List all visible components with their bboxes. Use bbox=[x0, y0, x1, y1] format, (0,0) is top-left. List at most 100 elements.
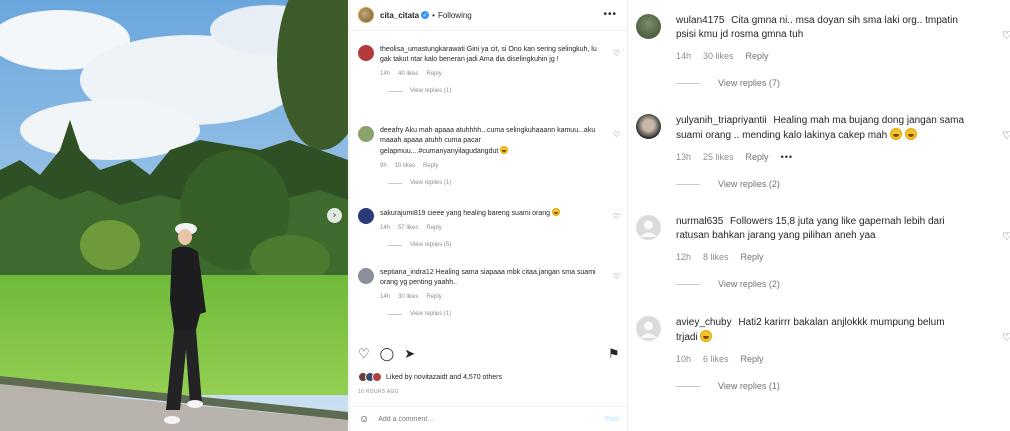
comment-icon[interactable]: ◯ bbox=[380, 346, 395, 362]
view-replies-button[interactable]: View replies (1) bbox=[388, 311, 620, 317]
avatar[interactable] bbox=[358, 268, 374, 284]
comment-likes[interactable]: 40 likes bbox=[398, 71, 418, 77]
following-status[interactable]: Following bbox=[438, 11, 472, 20]
comment-time[interactable]: 14h bbox=[676, 51, 691, 61]
comment-meta: 13h 25 likes Reply ••• bbox=[676, 152, 1010, 162]
liked-by-prefix: Liked by bbox=[386, 373, 413, 381]
author-avatar[interactable] bbox=[358, 7, 374, 23]
comment-likes[interactable]: 6 likes bbox=[703, 354, 729, 364]
comments-panel: wulan4175 Cita gmna ni.. msa doyan sih s… bbox=[629, 0, 1010, 431]
post-actions: ♡ ◯ ➤ bbox=[358, 346, 415, 362]
avatar[interactable] bbox=[358, 126, 374, 142]
view-replies-label: View replies (2) bbox=[718, 279, 780, 289]
comment-time[interactable]: 10h bbox=[676, 354, 691, 364]
default-avatar-icon bbox=[636, 215, 661, 240]
comment-options-icon[interactable]: ••• bbox=[781, 152, 793, 162]
comment-time[interactable]: 9h bbox=[380, 163, 387, 169]
view-replies-label: View replies (1) bbox=[410, 88, 452, 94]
comment-likes[interactable]: 57 likes bbox=[398, 225, 418, 231]
share-icon[interactable]: ➤ bbox=[404, 346, 415, 362]
post-panel: cita_citata ✓ • Following ••• theolisa_u… bbox=[349, 0, 628, 431]
view-replies-label: View replies (5) bbox=[410, 242, 452, 248]
avatar[interactable] bbox=[372, 372, 382, 382]
view-replies-button[interactable]: View replies (1) bbox=[676, 381, 1010, 391]
comment-time[interactable]: 14h bbox=[380, 294, 390, 300]
comment-likes[interactable]: 10 likes bbox=[395, 163, 415, 169]
comment-time[interactable]: 13h bbox=[676, 152, 691, 162]
add-comment-bar: ☺ Post bbox=[350, 406, 627, 431]
reply-button[interactable]: Reply bbox=[423, 163, 438, 169]
grin-sweat-emoji-icon bbox=[552, 208, 561, 216]
reply-button[interactable]: Reply bbox=[741, 252, 764, 262]
comment-time[interactable]: 12h bbox=[676, 252, 691, 262]
view-replies-label: View replies (2) bbox=[718, 179, 780, 189]
liked-by-user[interactable]: novitazaidt bbox=[414, 374, 447, 381]
comment-likes[interactable]: 30 likes bbox=[703, 51, 734, 61]
view-replies-button[interactable]: View replies (1) bbox=[388, 180, 620, 186]
comment-time[interactable]: 14h bbox=[380, 225, 390, 231]
comment-likes[interactable]: 8 likes bbox=[703, 252, 729, 262]
comment-text: aviey_chuby Hati2 karirrr bakalan anjlok… bbox=[676, 316, 966, 345]
post-comment-button[interactable]: Post bbox=[605, 416, 619, 423]
heart-icon[interactable]: ♡ bbox=[613, 212, 620, 221]
comment-username[interactable]: nurmal635 bbox=[676, 216, 723, 227]
comment-body: Aku mah apaaa atuhhhh...cuma selingkuhaa… bbox=[380, 127, 596, 155]
avatar[interactable] bbox=[636, 316, 661, 341]
reply-button[interactable]: Reply bbox=[746, 152, 769, 162]
view-replies-label: View replies (1) bbox=[410, 180, 452, 186]
comment-input[interactable] bbox=[378, 415, 589, 423]
heart-icon[interactable]: ♡ bbox=[613, 272, 620, 281]
likes-summary: Liked by novitazaidt and 4,570 others bbox=[358, 372, 502, 382]
post-comment: deeafry Aku mah apaaa atuhhhh...cuma sel… bbox=[358, 126, 620, 186]
comment-item: aviey_chuby Hati2 karirrr bakalan anjlok… bbox=[636, 316, 1010, 391]
view-replies-button[interactable]: View replies (5) bbox=[388, 242, 620, 248]
comment-username[interactable]: sakurajumi819 bbox=[380, 210, 426, 217]
liked-by-text: Liked by novitazaidt and 4,570 others bbox=[386, 374, 502, 381]
view-replies-button[interactable]: View replies (2) bbox=[676, 179, 1010, 189]
heart-icon[interactable]: ♡ bbox=[1002, 230, 1010, 243]
comment-text: nurmal635 Followers 15,8 juta yang like … bbox=[676, 215, 966, 243]
comment-text: theolisa_umastungkarawati Gini ya cit, s… bbox=[380, 45, 598, 65]
heart-icon[interactable]: ♡ bbox=[358, 346, 370, 362]
comment-likes[interactable]: 30 likes bbox=[398, 294, 418, 300]
comment-username[interactable]: theolisa_umastungkarawati bbox=[380, 46, 465, 53]
post-photo[interactable]: › bbox=[0, 0, 348, 431]
heart-icon[interactable]: ♡ bbox=[1002, 29, 1010, 42]
comment-username[interactable]: wulan4175 bbox=[676, 15, 724, 26]
emoji-icon[interactable]: ☺ bbox=[359, 414, 369, 425]
author-username[interactable]: cita_citata bbox=[380, 11, 419, 20]
reply-button[interactable]: Reply bbox=[426, 294, 441, 300]
grin-sweat-emoji-icon bbox=[700, 330, 713, 342]
comment-item: nurmal635 Followers 15,8 juta yang like … bbox=[636, 215, 1010, 289]
heart-icon[interactable]: ♡ bbox=[613, 130, 620, 139]
replies-line bbox=[676, 82, 700, 84]
view-replies-button[interactable]: View replies (7) bbox=[676, 78, 1010, 88]
avatar[interactable] bbox=[636, 114, 661, 139]
liked-by-suffix[interactable]: and 4,570 others bbox=[449, 374, 502, 381]
reply-button[interactable]: Reply bbox=[426, 71, 441, 77]
avatar[interactable] bbox=[358, 208, 374, 224]
comment-username[interactable]: aviey_chuby bbox=[676, 317, 732, 328]
bookmark-icon[interactable]: ⚑ bbox=[608, 346, 620, 362]
heart-icon[interactable]: ♡ bbox=[613, 49, 620, 58]
comment-meta: 14h 40 likes Reply bbox=[380, 71, 620, 77]
view-replies-button[interactable]: View replies (1) bbox=[388, 88, 620, 94]
comment-username[interactable]: septiana_indra12 bbox=[380, 269, 434, 276]
more-horizontal-icon[interactable]: ••• bbox=[603, 9, 617, 20]
avatar[interactable] bbox=[636, 215, 661, 240]
comment-username[interactable]: deeafry bbox=[380, 127, 403, 134]
view-replies-button[interactable]: View replies (2) bbox=[676, 279, 1010, 289]
comment-time[interactable]: 14h bbox=[380, 71, 390, 77]
avatar[interactable] bbox=[636, 14, 661, 39]
grin-sweat-emoji-icon bbox=[500, 146, 509, 154]
reply-button[interactable]: Reply bbox=[426, 225, 441, 231]
next-photo-button[interactable]: › bbox=[327, 208, 342, 223]
heart-icon[interactable]: ♡ bbox=[1002, 129, 1010, 142]
comment-username[interactable]: yulyanih_triapriyantii bbox=[676, 115, 767, 126]
avatar[interactable] bbox=[358, 45, 374, 61]
reply-button[interactable]: Reply bbox=[741, 354, 764, 364]
comment-likes[interactable]: 25 likes bbox=[703, 152, 734, 162]
comment-text: deeafry Aku mah apaaa atuhhhh...cuma sel… bbox=[380, 126, 598, 157]
reply-button[interactable]: Reply bbox=[746, 51, 769, 61]
heart-icon[interactable]: ♡ bbox=[1002, 331, 1010, 344]
